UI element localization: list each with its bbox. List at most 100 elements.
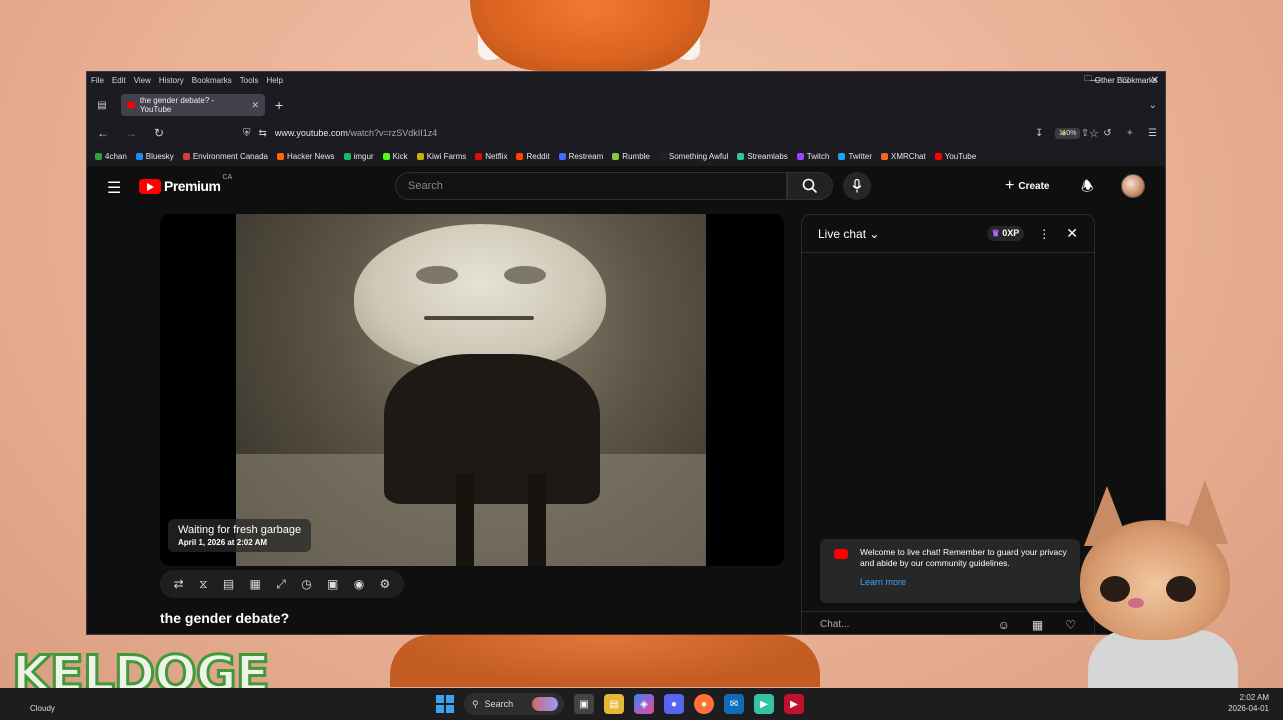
emoji-icon[interactable]: ☺ xyxy=(998,618,1010,632)
xp-badge[interactable]: ♛ 0XP xyxy=(986,226,1025,241)
bookmark-favicon-icon xyxy=(416,152,424,160)
windows-start-icon[interactable] xyxy=(436,695,454,713)
bookmark-item[interactable]: Rumble xyxy=(612,152,650,161)
forward-icon[interactable]: → xyxy=(119,126,143,140)
tab-close-icon[interactable]: ✕ xyxy=(251,100,259,111)
search-highlight-icon xyxy=(532,697,558,711)
cinema-icon[interactable]: ▤ xyxy=(223,577,234,591)
outlook-icon[interactable]: ✉ xyxy=(724,694,744,714)
bookmark-item[interactable]: 4chan xyxy=(95,152,127,161)
video-eye-left xyxy=(416,266,458,284)
live-chat-panel: Live chat ⌄ ♛ 0XP ⋮ ✕ Welcome to live ch… xyxy=(801,214,1095,634)
bookmark-item[interactable]: Something Awful xyxy=(658,152,728,161)
premiere-title: Waiting for fresh garbage xyxy=(178,524,302,536)
tab-list-icon[interactable]: ▤ xyxy=(91,94,113,116)
search-button[interactable] xyxy=(787,172,833,200)
file-explorer-icon[interactable]: ▤ xyxy=(604,694,624,714)
loop-icon[interactable]: ⇄ xyxy=(174,577,184,591)
hamburger-menu-icon[interactable]: ☰ xyxy=(107,178,121,198)
learn-more-link[interactable]: Learn more xyxy=(860,577,906,588)
bookmark-label: YouTube xyxy=(944,151,977,161)
notifications-bell-icon[interactable]: 🕭 xyxy=(1081,176,1094,200)
bookmark-item[interactable]: Kiwi Farms xyxy=(416,151,467,161)
bookmark-item[interactable]: Kick xyxy=(382,151,408,161)
video-player[interactable]: Waiting for fresh garbage April 1, 2026 … xyxy=(160,214,784,566)
menu-view[interactable]: View xyxy=(134,76,151,85)
menu-edit[interactable]: Edit xyxy=(112,76,126,85)
youtube-premium-logo[interactable]: Premium CA xyxy=(139,174,232,194)
bookmark-item[interactable]: imgur xyxy=(343,152,374,161)
menu-history[interactable]: History xyxy=(159,76,184,85)
task-view-icon[interactable]: ▣ xyxy=(574,694,594,714)
reload-icon[interactable]: ↻ xyxy=(147,126,171,140)
back-icon[interactable]: ← xyxy=(91,126,115,140)
bookmark-label: Hacker News xyxy=(286,151,335,161)
taskbar-search-label: Search xyxy=(484,699,514,709)
bookmark-item[interactable]: Bluesky xyxy=(135,152,174,161)
tab-active[interactable]: the gender debate? - YouTube ✕ xyxy=(121,94,265,116)
microphone-icon[interactable] xyxy=(843,172,871,200)
bookmark-item[interactable]: Twitch xyxy=(796,151,830,161)
shield-icon[interactable]: ⛨ xyxy=(243,128,251,139)
close-chat-icon[interactable]: ✕ xyxy=(1066,225,1078,242)
streaming-app-icon[interactable]: ▶ xyxy=(754,694,774,714)
logo-region: CA xyxy=(222,173,233,181)
settings-gear-icon[interactable]: ⚙ xyxy=(380,577,391,591)
share-icon[interactable]: ⇧ xyxy=(1081,128,1089,139)
speed-icon[interactable]: ◷ xyxy=(301,577,311,591)
menu-icon[interactable]: ☰ xyxy=(1148,128,1157,139)
taskbar-search[interactable]: ⚲ Search xyxy=(464,693,564,715)
bookmark-item[interactable]: Environment Canada xyxy=(182,152,268,161)
bookmark-item[interactable]: Netflix xyxy=(475,152,507,161)
permissions-icon[interactable]: ⇆ xyxy=(259,128,267,139)
bookmark-item[interactable]: Hacker News xyxy=(276,151,335,161)
menu-file[interactable]: File xyxy=(91,76,104,85)
film-icon[interactable]: ▦ xyxy=(250,577,261,591)
weather-label[interactable]: Cloudy xyxy=(30,704,55,713)
resize-icon[interactable]: ⤢ xyxy=(276,577,286,592)
bookmark-label: XMRChat xyxy=(891,151,926,161)
chevron-down-icon[interactable]: ⌄ xyxy=(1149,100,1157,111)
menu-tools[interactable]: Tools xyxy=(240,76,259,85)
bookmark-label: Kiwi Farms xyxy=(426,151,467,161)
more-options-icon[interactable]: ⋮ xyxy=(1038,227,1050,241)
bookmark-item[interactable]: Streamlabs xyxy=(737,152,788,161)
super-chat-icon[interactable]: ▦ xyxy=(1032,618,1043,632)
pip-icon[interactable]: ▣ xyxy=(327,577,338,591)
taskbar-clock[interactable]: 2:02 AM 2026-04-01 xyxy=(1228,692,1269,714)
sync-icon[interactable]: ↺ xyxy=(1103,128,1111,139)
bookmark-label: Twitch xyxy=(806,151,830,161)
youtube-app-icon[interactable]: ▶ xyxy=(784,694,804,714)
bookmark-item[interactable]: YouTube xyxy=(934,151,977,161)
live-chat-title[interactable]: Live chat ⌄ xyxy=(818,227,879,241)
url-bar[interactable]: ⛨ ⇆ www.youtube.com/watch?v=rzSVdkII1z4 … xyxy=(243,122,1099,144)
new-tab-icon[interactable]: + xyxy=(275,97,283,113)
save-page-icon[interactable]: ↧ xyxy=(1035,128,1043,139)
other-bookmarks-label: Other Bookmarks xyxy=(1094,75,1157,85)
bookmark-label: 4chan xyxy=(105,151,127,161)
other-bookmarks[interactable]: 🗀 Other Bookmarks xyxy=(1084,72,1157,88)
bookmark-label: Kick xyxy=(392,151,408,161)
extension-icon[interactable]: ● xyxy=(1061,128,1067,139)
bookmark-item[interactable]: Twitter xyxy=(838,152,872,161)
audio-icon[interactable]: ⧖ xyxy=(199,577,207,592)
avatar[interactable] xyxy=(1121,174,1145,198)
bookmark-item[interactable]: XMRChat xyxy=(881,152,926,161)
menu-help[interactable]: Help xyxy=(266,76,282,85)
discord-icon[interactable]: ● xyxy=(664,694,684,714)
puzzle-icon[interactable]: ✦ xyxy=(1126,128,1134,139)
firefox-icon[interactable]: ● xyxy=(694,694,714,714)
search-input[interactable]: Search xyxy=(395,172,787,200)
crown-icon: ♛ xyxy=(991,228,1000,238)
menu-bookmarks[interactable]: Bookmarks xyxy=(192,76,232,85)
create-button[interactable]: + Create xyxy=(1005,174,1049,198)
bookmark-favicon-icon xyxy=(737,152,745,160)
welcome-text: Welcome to live chat! Remember to guard … xyxy=(860,547,1067,568)
copilot-icon[interactable]: ◈ xyxy=(634,694,654,714)
bookmark-item[interactable]: Restream xyxy=(558,152,603,161)
bookmark-item[interactable]: Reddit xyxy=(516,152,550,161)
youtube-page: ☰ Premium CA Search + Create 🕭 Waiting f… xyxy=(87,166,1165,634)
bookmark-favicon-icon xyxy=(343,152,351,160)
screenshot-icon[interactable]: ◉ xyxy=(354,577,364,591)
chat-input[interactable]: Chat... ☺ ▦ ♡ xyxy=(802,611,1094,634)
